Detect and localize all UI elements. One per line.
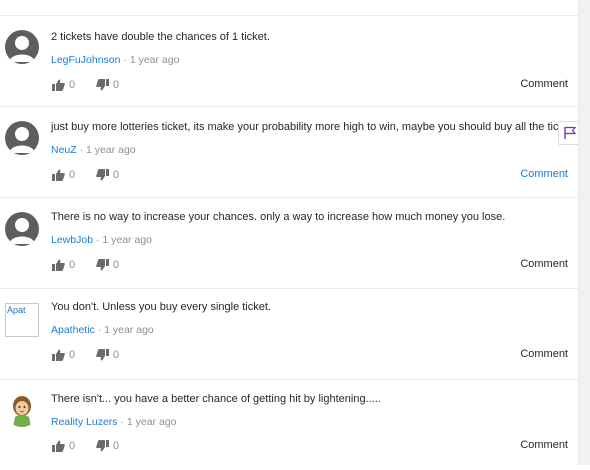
downvote-count: 0: [113, 79, 120, 91]
upvote-count: 0: [69, 259, 76, 271]
thumbs-down-icon: [96, 169, 109, 181]
answer-item: just buy more lotteries ticket, its make…: [0, 107, 578, 198]
comment-link[interactable]: Comment: [520, 168, 568, 180]
broken-image-icon[interactable]: Apat: [5, 303, 39, 337]
upvote-button[interactable]: 0: [52, 167, 75, 183]
comment-link[interactable]: Comment: [520, 258, 568, 270]
downvote-button[interactable]: 0: [96, 77, 119, 93]
upvote-button[interactable]: 0: [52, 438, 75, 454]
meta-separator: ·: [79, 144, 84, 156]
thumbs-up-icon: [52, 259, 65, 271]
downvote-button[interactable]: 0: [96, 167, 119, 183]
default-avatar-icon[interactable]: [5, 30, 39, 64]
author-link[interactable]: LewbJob: [51, 234, 93, 246]
thumbs-up-icon: [52, 349, 65, 361]
answer-text: There isn't... you have a better chance …: [51, 393, 381, 405]
timestamp: 1 year ago: [102, 234, 152, 246]
answer-meta: Apathetic · 1 year ago: [51, 324, 154, 336]
answer-meta: Reality Luzers · 1 year ago: [51, 416, 177, 428]
answer-meta: NeuZ · 1 year ago: [51, 144, 136, 156]
upvote-button[interactable]: 0: [52, 257, 75, 273]
meta-separator: ·: [95, 234, 100, 246]
comment-link[interactable]: Comment: [520, 348, 568, 360]
author-link[interactable]: Apathetic: [51, 324, 95, 336]
flag-icon: [564, 126, 577, 139]
downvote-count: 0: [113, 169, 120, 181]
thumbs-up-icon: [52, 440, 65, 452]
answer-item: There is no way to increase your chances…: [0, 198, 578, 289]
author-link[interactable]: NeuZ: [51, 144, 77, 156]
meta-separator: ·: [123, 54, 127, 66]
author-link[interactable]: Reality Luzers: [51, 416, 118, 428]
upvote-button[interactable]: 0: [52, 347, 75, 363]
answer-text: There is no way to increase your chances…: [51, 211, 506, 223]
timestamp: 1 year ago: [104, 324, 154, 336]
meta-separator: ·: [97, 324, 102, 336]
author-link[interactable]: LegFuJohnson: [51, 54, 120, 66]
cartoon-avatar-icon[interactable]: [5, 393, 39, 427]
upvote-count: 0: [69, 79, 76, 91]
upvote-count: 0: [69, 440, 76, 452]
downvote-count: 0: [113, 440, 120, 452]
thumbs-down-icon: [96, 440, 109, 452]
downvote-count: 0: [113, 259, 120, 271]
answer-item: Apat You don't. Unless you buy every sin…: [0, 289, 578, 380]
upvote-count: 0: [69, 169, 76, 181]
meta-separator: ·: [120, 416, 124, 428]
comment-link[interactable]: Comment: [520, 78, 568, 90]
downvote-count: 0: [113, 349, 120, 361]
answer-text: You don't. Unless you buy every single t…: [51, 301, 271, 313]
default-avatar-icon[interactable]: [5, 212, 39, 246]
downvote-button[interactable]: 0: [96, 257, 119, 273]
answer-meta: LegFuJohnson · 1 year ago: [51, 54, 179, 66]
upvote-button[interactable]: 0: [52, 77, 75, 93]
downvote-button[interactable]: 0: [96, 347, 119, 363]
answer-meta: LewbJob · 1 year ago: [51, 234, 152, 246]
comment-link[interactable]: Comment: [520, 439, 568, 451]
thumbs-down-icon: [96, 79, 109, 91]
avatar-alt-text: Apat: [7, 305, 26, 315]
thumbs-down-icon: [96, 349, 109, 361]
answer-text: just buy more lotteries ticket, its make…: [51, 121, 574, 133]
thumbs-down-icon: [96, 259, 109, 271]
thumbs-up-icon: [52, 79, 65, 91]
upvote-count: 0: [69, 349, 76, 361]
timestamp: 1 year ago: [126, 416, 177, 428]
answer-item: There isn't... you have a better chance …: [0, 380, 578, 470]
timestamp: 1 year ago: [86, 144, 136, 156]
answer-text: 2 tickets have double the chances of 1 t…: [51, 31, 270, 43]
thumbs-up-icon: [52, 169, 65, 181]
default-avatar-icon[interactable]: [5, 121, 39, 155]
answer-item: 2 tickets have double the chances of 1 t…: [0, 16, 578, 107]
timestamp: 1 year ago: [129, 54, 180, 66]
downvote-button[interactable]: 0: [96, 438, 119, 454]
scrollbar-track[interactable]: [578, 0, 590, 465]
